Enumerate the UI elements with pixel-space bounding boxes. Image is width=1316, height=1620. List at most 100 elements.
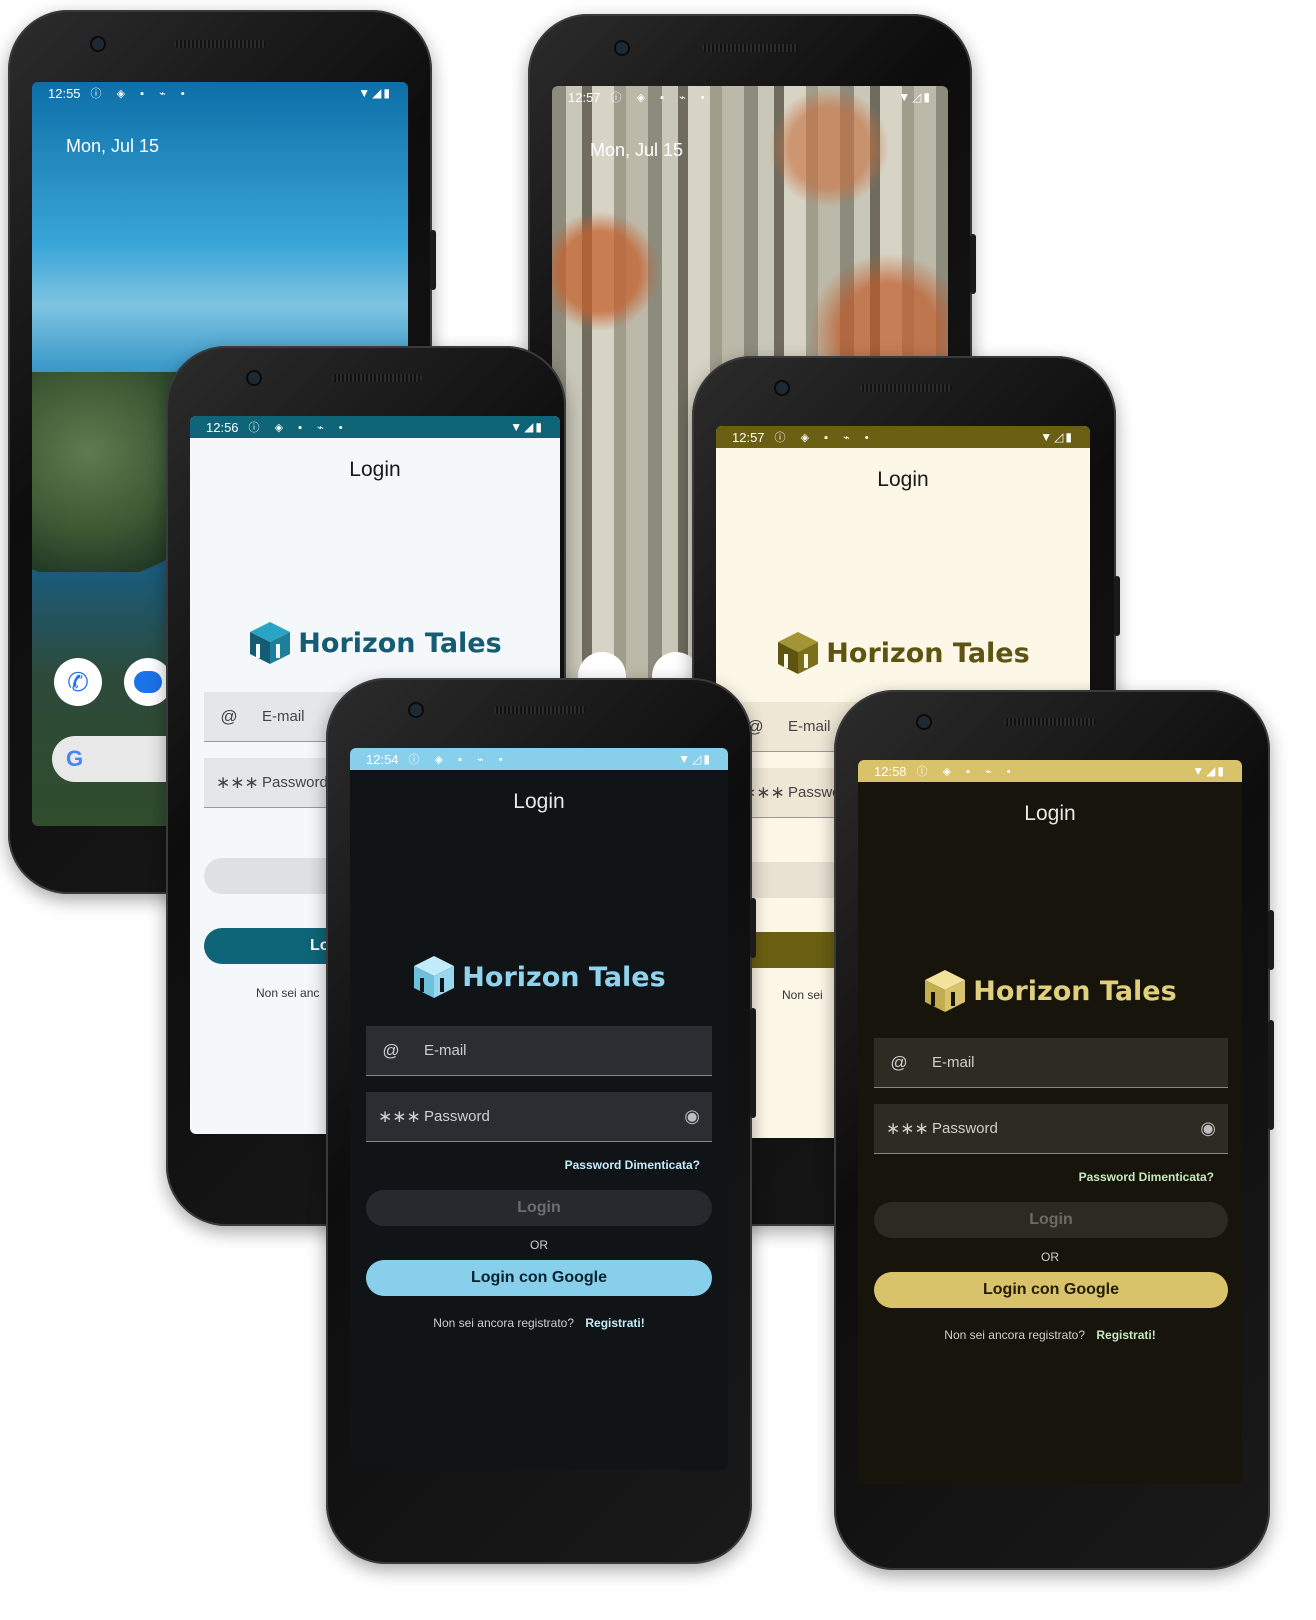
email-field[interactable]: @ E-mail [366,1026,712,1076]
status-time: 12:55 [48,85,81,101]
front-camera [92,38,104,50]
password-placeholder: Password [262,774,328,791]
forgot-password-link[interactable]: Password Dimenticata? [1079,1170,1214,1184]
status-time: 12:56 [206,419,239,435]
power-button [430,230,436,290]
at-sign-icon: @ [220,706,238,726]
notification-icons: ⓘ ◈ ▪ ⌁ • [408,754,509,766]
messages-app-icon[interactable] [124,658,172,706]
brand-logo: Horizon Tales [858,968,1242,1014]
power-button [750,898,756,958]
status-time: 12:57 [568,89,601,105]
register-link[interactable]: Registrati! [1096,1328,1155,1342]
eye-icon[interactable]: ◉ [1200,1118,1216,1139]
power-button [970,234,976,294]
google-login-button[interactable]: Login con Google [366,1260,712,1296]
status-time: 12:57 [732,429,765,445]
power-button [1114,576,1120,636]
login-button[interactable]: Login [874,1202,1228,1238]
signal-battery-icons: ▼◿▮ [1040,430,1074,444]
email-placeholder: E-mail [424,1042,467,1059]
notification-icons: ⓘ ◈ ▪ ⌁ • [248,422,349,434]
signal-battery-icons: ▼◿▮ [898,90,932,104]
login-button[interactable]: Login [366,1190,712,1226]
password-placeholder: Password [424,1108,490,1125]
eye-icon[interactable]: ◉ [684,1106,700,1127]
volume-button [1268,1020,1274,1130]
page-title: Login [877,468,929,491]
page-title: Login [349,458,401,481]
page-title: Login [513,790,565,813]
brand-name: Horizon Tales [826,637,1030,669]
front-camera [410,704,422,716]
signal-battery-icons: ▼◢▮ [1192,764,1226,778]
status-bar: 12:55 ⓘ ◈ ▪ ⌁ • ▼◢▮ [32,82,408,104]
front-camera [248,372,260,384]
front-camera [616,42,628,54]
register-prompt: Non sei anc [256,986,320,1000]
messages-icon [134,671,162,693]
register-link[interactable]: Registrati! [585,1316,644,1330]
status-bar: 12:56 ⓘ ◈ ▪ ⌁ • ▼◢▮ [190,416,560,438]
password-placeholder: Password [932,1120,998,1137]
email-field[interactable]: @ E-mail [874,1038,1228,1088]
earpiece-speaker [702,44,798,52]
password-field[interactable]: ∗∗∗ Password ◉ [366,1092,712,1142]
brand-logo: Horizon Tales [190,620,560,666]
notification-icons: ⓘ ◈ ▪ ⌁ • [90,88,191,100]
status-bar: 12:54 ⓘ ◈ ▪ ⌁ • ▼◿▮ [350,748,728,770]
phone-login-dark-gold: 12:58 ⓘ ◈ ▪ ⌁ • ▼◢▮ Login Horizon Tales … [834,690,1274,1570]
forgot-password-link[interactable]: Password Dimenticata? [565,1158,700,1172]
brand-name: Horizon Tales [973,975,1177,1007]
status-time: 12:58 [874,763,907,779]
front-camera [918,716,930,728]
password-field[interactable]: ∗∗∗ Password ◉ [874,1104,1228,1154]
horizon-cube-logo-icon [925,970,966,1012]
google-g-icon: G [66,746,84,771]
status-bar: 12:58 ⓘ ◈ ▪ ⌁ • ▼◢▮ [858,760,1242,782]
signal-battery-icons: ▼◿▮ [678,752,712,766]
login-screen: 12:54 ⓘ ◈ ▪ ⌁ • ▼◿▮ Login Horizon Tales … [350,748,728,1470]
or-divider: OR [1041,1250,1059,1264]
signal-battery-icons: ▼◢▮ [510,420,544,434]
date-widget[interactable]: Mon, Jul 15 [590,140,683,161]
phone-login-dark-blue: 12:54 ⓘ ◈ ▪ ⌁ • ▼◿▮ Login Horizon Tales … [326,678,756,1564]
email-placeholder: E-mail [262,708,305,725]
earpiece-speaker [1004,718,1096,726]
notification-icons: ⓘ ◈ ▪ ⌁ • [610,92,711,104]
google-login-button[interactable]: Login con Google [874,1272,1228,1308]
signal-battery-icons: ▼◢▮ [358,86,392,100]
earpiece-speaker [332,374,422,382]
phone-app-icon[interactable]: ✆ [54,658,102,706]
brand-name: Horizon Tales [462,961,666,993]
password-dots-icon: ∗∗∗ [378,1106,421,1126]
email-placeholder: E-mail [788,718,831,735]
register-row: Non sei ancora registrato? Registrati! [858,1328,1242,1342]
register-row: Non sei ancora registrato? Registrati! [350,1316,728,1330]
horizon-cube-logo-icon [778,632,819,674]
date-widget[interactable]: Mon, Jul 15 [66,136,159,157]
front-camera [776,382,788,394]
register-prompt: Non sei ancora registrato? [433,1316,575,1330]
horizon-cube-logo-icon [414,956,455,998]
password-dots-icon: ∗∗∗ [216,772,259,792]
password-dots-icon: ∗∗∗ [886,1118,929,1138]
brand-logo: Horizon Tales [350,954,728,1000]
volume-button [750,1008,756,1118]
register-prompt: Non sei [782,988,823,1002]
email-placeholder: E-mail [932,1054,975,1071]
notification-icons: ⓘ ◈ ▪ ⌁ • [774,432,875,444]
register-prompt: Non sei ancora registrato? [944,1328,1086,1342]
or-divider: OR [530,1238,548,1252]
password-placeholder: Passwo [788,784,841,801]
earpiece-speaker [860,384,952,392]
login-screen: 12:58 ⓘ ◈ ▪ ⌁ • ▼◢▮ Login Horizon Tales … [858,760,1242,1484]
power-button [1268,910,1274,970]
earpiece-speaker [174,40,266,48]
status-time: 12:54 [366,751,399,767]
at-sign-icon: @ [382,1040,400,1060]
status-bar: 12:57 ⓘ ◈ ▪ ⌁ • ▼◿▮ [716,426,1090,448]
status-bar: 12:57 ⓘ ◈ ▪ ⌁ • ▼◿▮ [552,86,948,108]
horizon-cube-logo-icon [250,622,291,664]
notification-icons: ⓘ ◈ ▪ ⌁ • [916,766,1017,778]
